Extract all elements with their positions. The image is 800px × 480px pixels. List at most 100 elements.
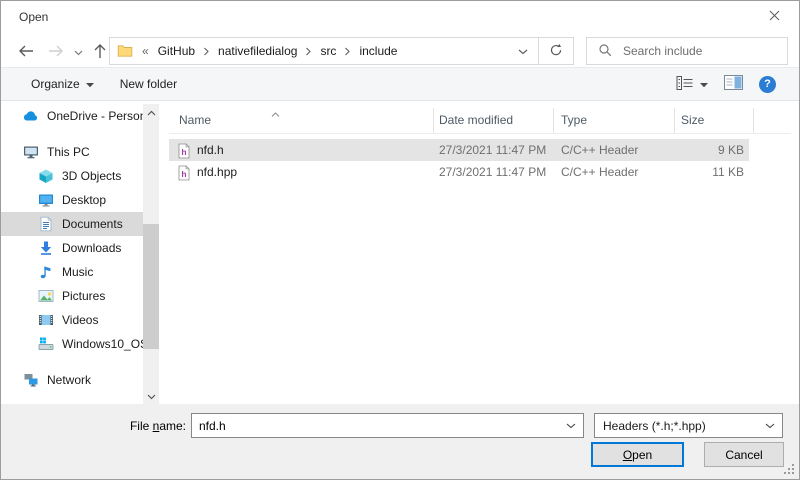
new-folder-label: New folder: [120, 77, 177, 91]
drive-icon: [38, 336, 54, 352]
open-file-dialog: Open « GitHub nativefiledialog src include: [0, 0, 800, 480]
sidebar-item-label: Windows10_OS (: [62, 337, 143, 351]
organize-label: Organize: [31, 77, 80, 91]
search-icon: [598, 43, 612, 60]
breadcrumb-item[interactable]: include: [354, 44, 402, 58]
dialog-title: Open: [19, 10, 48, 24]
onedrive-cloud-icon: [23, 108, 39, 124]
this-pc-icon: [23, 144, 39, 160]
sidebar-item-label: 3D Objects: [62, 169, 121, 183]
chevron-up-icon: [147, 105, 156, 119]
file-name: nfd.h: [197, 143, 224, 157]
breadcrumb-item[interactable]: GitHub: [153, 44, 200, 58]
search-input[interactable]: [621, 43, 787, 59]
column-header-name[interactable]: Name: [179, 113, 211, 127]
file-size: 9 KB: [644, 143, 744, 157]
help-button[interactable]: ?: [759, 76, 776, 93]
sidebar-item-network[interactable]: Network: [1, 368, 143, 392]
scroll-down-button[interactable]: [143, 388, 159, 404]
column-resize-handle[interactable]: [674, 108, 675, 133]
file-date-modified: 27/3/2021 11:47 PM: [439, 143, 546, 157]
file-name-input[interactable]: [192, 418, 559, 434]
search-box[interactable]: [586, 37, 788, 65]
preview-pane-button[interactable]: [724, 75, 743, 93]
breadcrumbs: GitHub nativefiledialog src include: [153, 44, 403, 58]
sidebar-item-label: Music: [62, 265, 93, 279]
column-header-size[interactable]: Size: [681, 113, 704, 127]
sidebar-item-this-pc[interactable]: This PC: [1, 140, 143, 164]
sidebar-item-label: Pictures: [62, 289, 105, 303]
scroll-up-button[interactable]: [143, 104, 159, 120]
toolbar-right-group: ?: [676, 75, 776, 93]
refresh-button[interactable]: [539, 38, 573, 64]
sidebar-item-documents[interactable]: Documents: [1, 212, 143, 236]
sidebar-item-3d-objects[interactable]: 3D Objects: [1, 164, 143, 188]
sidebar-item-pictures[interactable]: Pictures: [1, 284, 143, 308]
recent-locations-button[interactable]: [69, 42, 87, 62]
breadcrumb-separator-icon[interactable]: [200, 47, 213, 56]
column-header-type[interactable]: Type: [561, 113, 587, 127]
sidebar-item-label: Network: [47, 373, 91, 387]
address-bar[interactable]: « GitHub nativefiledialog src include: [109, 37, 574, 65]
sidebar-item-desktop[interactable]: Desktop: [1, 188, 143, 212]
column-header-date-modified[interactable]: Date modified: [439, 113, 513, 127]
file-row[interactable]: hnfd.hpp27/3/2021 11:47 PMC/C++ Header11…: [169, 161, 791, 183]
svg-text:h: h: [181, 169, 186, 179]
scrollbar-thumb[interactable]: [143, 224, 159, 349]
downloads-icon: [38, 240, 54, 256]
sidebar-item-onedrive-person[interactable]: OneDrive - Person: [1, 104, 143, 128]
address-dropdown-button[interactable]: [508, 38, 538, 64]
chevron-down-icon[interactable]: [559, 414, 583, 437]
resize-grip[interactable]: [784, 464, 795, 475]
back-button[interactable]: [13, 42, 39, 62]
file-row[interactable]: hnfd.h27/3/2021 11:47 PMC/C++ Header9 KB: [169, 139, 749, 161]
file-type-combobox[interactable]: Headers (*.h;*.hpp): [594, 413, 783, 438]
sidebar-scrollbar[interactable]: [143, 104, 159, 404]
chevron-down-icon[interactable]: [758, 414, 782, 437]
breadcrumb-item[interactable]: src: [315, 44, 341, 58]
chevron-down-icon: [74, 45, 83, 59]
chevron-down-icon: [700, 77, 708, 91]
folder-icon: [117, 43, 133, 59]
change-view-button[interactable]: [676, 76, 708, 93]
up-icon: [93, 42, 107, 62]
address-bar-tail: [508, 38, 573, 64]
column-resize-handle[interactable]: [553, 108, 554, 133]
file-name-combobox[interactable]: [191, 413, 584, 438]
column-resize-handle[interactable]: [433, 108, 434, 133]
sidebar-item-label: Videos: [62, 313, 98, 327]
sidebar-item-windows10-os[interactable]: Windows10_OS (: [1, 332, 143, 356]
pictures-icon: [38, 288, 54, 304]
breadcrumb-item[interactable]: nativefiledialog: [213, 44, 302, 58]
chevron-down-icon: [86, 77, 94, 91]
network-icon: [23, 372, 39, 388]
music-icon: [38, 264, 54, 280]
file-name-label: File name:: [96, 419, 186, 433]
column-resize-handle[interactable]: [753, 108, 754, 133]
breadcrumb-separator-icon[interactable]: [302, 47, 315, 56]
desktop-icon: [38, 192, 54, 208]
forward-button[interactable]: [43, 42, 69, 62]
organize-button[interactable]: Organize: [31, 77, 94, 91]
file-size: 11 KB: [644, 165, 744, 179]
header-file-icon: h: [177, 143, 191, 159]
cancel-button[interactable]: Cancel: [704, 442, 784, 467]
sidebar-item-music[interactable]: Music: [1, 260, 143, 284]
details-view-icon: [676, 76, 694, 93]
sidebar-item-videos[interactable]: Videos: [1, 308, 143, 332]
breadcrumb-overflow[interactable]: «: [142, 44, 149, 58]
breadcrumb-separator-icon[interactable]: [341, 47, 354, 56]
file-type-value: Headers (*.h;*.hpp): [595, 419, 706, 433]
sidebar-item-label: Desktop: [62, 193, 106, 207]
refresh-icon: [549, 43, 563, 60]
close-icon: [769, 10, 780, 24]
close-button[interactable]: [753, 4, 795, 30]
preview-pane-icon: [724, 75, 743, 93]
3d-objects-icon: [38, 168, 54, 184]
sidebar-item-downloads[interactable]: Downloads: [1, 236, 143, 260]
documents-icon: [38, 216, 54, 232]
new-folder-button[interactable]: New folder: [120, 77, 177, 91]
open-button[interactable]: Open: [591, 442, 684, 467]
file-list: hnfd.h27/3/2021 11:47 PMC/C++ Header9 KB…: [169, 139, 791, 183]
sidebar-item-label: This PC: [47, 145, 90, 159]
